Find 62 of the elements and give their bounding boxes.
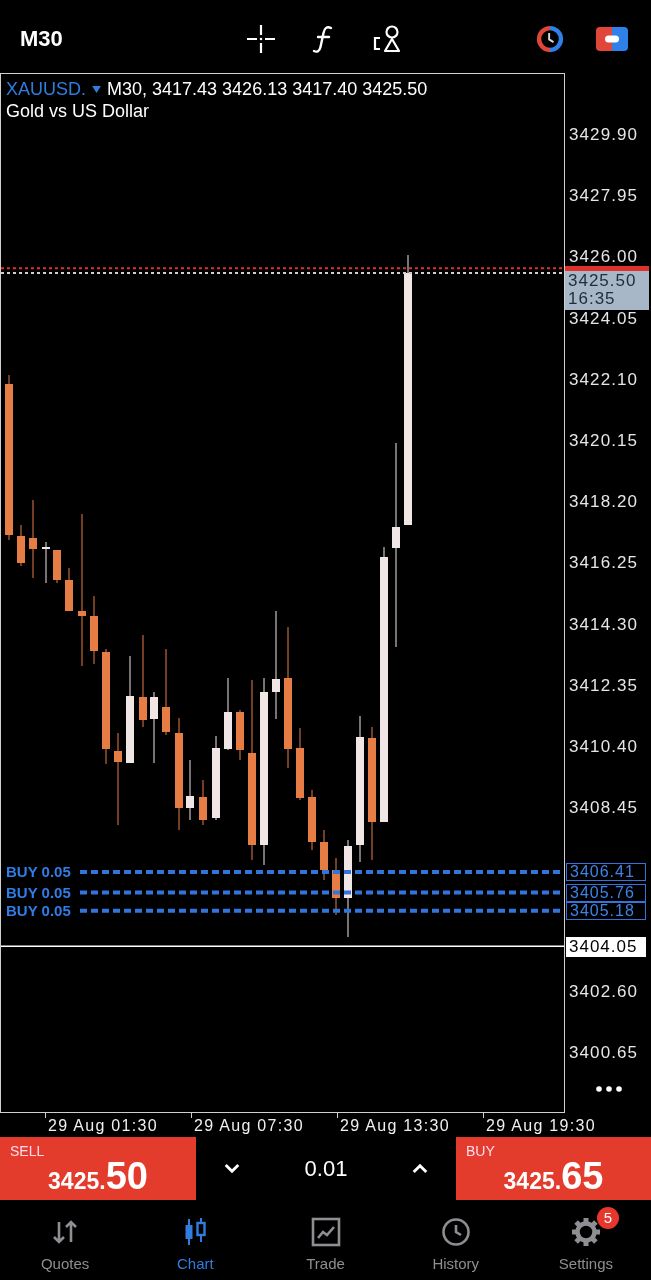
- position-price-label: 3406.41: [566, 863, 646, 882]
- nav-tab[interactable]: Settings 5: [520, 1200, 651, 1280]
- bullish-candle: [186, 759, 194, 821]
- nav-tab[interactable]: Trade: [260, 1200, 391, 1280]
- volume-field[interactable]: 0.01: [304, 1155, 348, 1182]
- price-axis-label: 3414.30: [569, 616, 639, 633]
- buy-button[interactable]: BUY 3425.65: [456, 1137, 651, 1200]
- price-axis-label: 3402.60: [569, 983, 639, 1000]
- clock-icon: [440, 1217, 471, 1247]
- position-label[interactable]: BUY 0.05: [6, 864, 71, 881]
- ohlc-values: M30, 3417.43 3426.13 3417.40 3425.50: [107, 78, 428, 100]
- current-price: 3425.50: [568, 272, 637, 291]
- price-axis-label: 3400.65: [569, 1044, 639, 1061]
- time-axis-label: 29 Aug 01:30: [48, 1116, 158, 1135]
- bullish-candle: [42, 541, 50, 584]
- crosshair-icon[interactable]: [245, 23, 276, 54]
- time-axis-label: 29 Aug 13:30: [340, 1116, 450, 1135]
- bearish-candle: [236, 709, 244, 761]
- horizontal-line[interactable]: [1, 945, 564, 947]
- price-axis-label: 3408.45: [569, 800, 639, 817]
- nav-tab[interactable]: Chart: [130, 1200, 261, 1280]
- bearish-candle: [17, 524, 25, 567]
- bearish-candle: [308, 789, 316, 851]
- countdown-timer: 16:35: [568, 290, 616, 309]
- line-chart-icon: [310, 1217, 341, 1247]
- sell-button[interactable]: SELL 3425.50: [0, 1137, 196, 1200]
- price-axis-label: 3424.05: [569, 310, 639, 327]
- price-axis-label: 3426.00: [569, 249, 639, 266]
- time-axis-label: 29 Aug 19:30: [486, 1116, 596, 1135]
- price-axis-label: 3420.15: [569, 432, 639, 449]
- toggle-icon[interactable]: [596, 24, 628, 53]
- bearish-candle: [320, 829, 328, 881]
- shapes-icon[interactable]: [371, 23, 402, 54]
- price-axis-label: 3416.25: [569, 555, 639, 572]
- bearish-candle: [332, 857, 340, 916]
- more-icon[interactable]: [596, 1086, 622, 1092]
- bearish-candle: [65, 567, 73, 612]
- position-label[interactable]: BUY 0.05: [6, 902, 71, 919]
- nav-tab[interactable]: History: [390, 1200, 521, 1280]
- time-axis-label: 29 Aug 07:30: [194, 1116, 304, 1135]
- clock-icon[interactable]: [534, 24, 566, 53]
- price-axis-label: 3410.40: [569, 738, 639, 755]
- caret-icon[interactable]: [92, 85, 101, 93]
- nav-tab[interactable]: Quotes: [0, 1200, 131, 1280]
- gear-icon: [570, 1217, 601, 1247]
- chevron-up-icon: [411, 1163, 429, 1174]
- symbol-name[interactable]: XAUUSD.: [6, 78, 86, 100]
- line-price-label: 3404.05: [566, 937, 646, 958]
- chevron-down-icon: [223, 1163, 241, 1174]
- timeframe-label[interactable]: M30: [20, 25, 63, 52]
- notification-badge: 5: [596, 1207, 619, 1229]
- symbol-description: Gold vs US Dollar: [6, 100, 150, 122]
- position-label[interactable]: BUY 0.05: [6, 884, 71, 901]
- price-axis-label: 3427.95: [569, 188, 639, 205]
- price-axis-label: 3412.35: [569, 677, 639, 694]
- price-axis-label: 3418.20: [569, 494, 639, 511]
- position-price-label: 3405.76: [566, 883, 646, 902]
- bearish-candle: [53, 549, 61, 584]
- bearish-candle: [90, 595, 98, 665]
- price-axis-label: 3429.90: [569, 127, 639, 143]
- price-axis-label: 3422.10: [569, 371, 639, 388]
- bearish-candle: [199, 779, 207, 826]
